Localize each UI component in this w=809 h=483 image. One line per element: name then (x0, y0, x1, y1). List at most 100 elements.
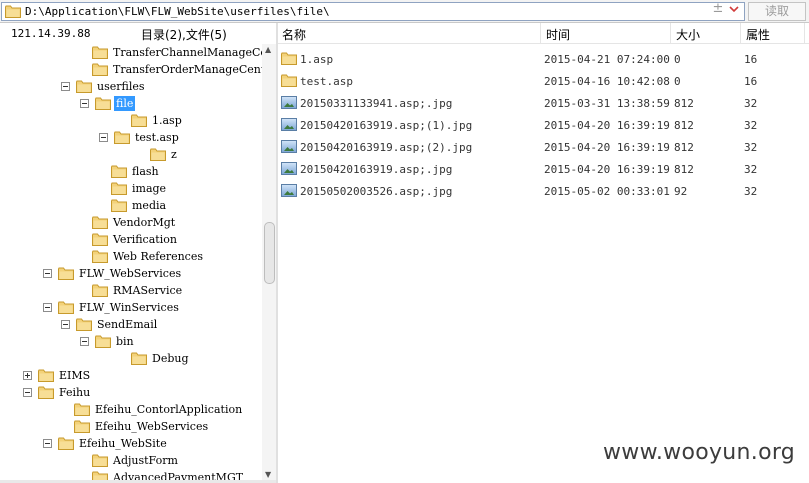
tree-node-label[interactable]: AdjustForm (111, 453, 180, 468)
tree-node-label[interactable]: media (130, 198, 168, 213)
collapse-icon[interactable] (43, 303, 52, 312)
tree-node-label[interactable]: file (114, 96, 136, 111)
table-row[interactable]: 1.asp 2015-04-21 07:24:00 0 16 (278, 48, 809, 70)
tree-node-label[interactable]: VendorMgt (111, 215, 177, 230)
tree-node-label[interactable]: Efeihu_WebServices (93, 419, 210, 434)
folder-icon (92, 284, 108, 297)
tree-node[interactable]: Feihu (23, 384, 92, 401)
path-input[interactable]: D:\Application\FLW\FLW_WebSite\userfiles… (1, 2, 745, 21)
plus-icon[interactable]: ± (711, 2, 725, 16)
tree-node[interactable]: test.asp (99, 129, 181, 146)
tree-node-label[interactable]: Efeihu_WebSite (77, 436, 169, 451)
tree-node-label[interactable]: userfiles (95, 79, 147, 94)
cell-time: 2015-04-16 10:42:08 (544, 75, 670, 88)
image-file-icon (281, 118, 297, 131)
col-attr-header[interactable]: 属性 (746, 26, 770, 43)
tree-node-label[interactable]: Feihu (57, 385, 92, 400)
tree-node[interactable]: SendEmail (61, 316, 159, 333)
tree-node[interactable]: TransferChannelManageCent (92, 44, 262, 61)
scrollbar-thumb[interactable] (264, 222, 275, 284)
tree-node[interactable]: Web References (92, 248, 205, 265)
cell-size: 812 (674, 141, 694, 154)
tree-node-label[interactable]: SendEmail (95, 317, 159, 332)
tree-node[interactable]: EIMS (23, 367, 92, 384)
cell-name: 20150420163919.asp;.jpg (300, 163, 453, 176)
tree-node-label[interactable]: image (130, 181, 168, 196)
cell-name: 20150420163919.asp;(2).jpg (300, 141, 473, 154)
collapse-icon[interactable] (61, 320, 70, 329)
cell-size: 92 (674, 185, 688, 198)
tree-scrollbar[interactable]: ▲ ▼ (262, 44, 276, 480)
cell-size: 812 (674, 97, 694, 110)
folder-icon (92, 63, 108, 76)
tree-node[interactable]: flash (111, 163, 161, 180)
table-row[interactable]: 20150420163919.asp;(2).jpg 2015-04-20 16:… (278, 136, 809, 158)
tree-node-label[interactable]: flash (130, 164, 161, 179)
tree-node-label[interactable]: AdvancedPaymentMGT (111, 470, 245, 480)
collapse-icon[interactable] (43, 439, 52, 448)
tree-node-label[interactable]: Web References (111, 249, 205, 264)
read-button[interactable]: 读取 (748, 2, 806, 21)
image-file-icon (281, 184, 297, 197)
tree-node[interactable]: bin (80, 333, 136, 350)
collapse-icon[interactable] (99, 133, 108, 142)
folder-icon (38, 369, 54, 382)
table-row[interactable]: 20150331133941.asp;.jpg 2015-03-31 13:38:… (278, 92, 809, 114)
tree-node[interactable]: FLW_WebServices (43, 265, 183, 282)
tree-node-label[interactable]: z (169, 147, 179, 162)
cell-time: 2015-04-20 16:39:19 (544, 141, 670, 154)
tree-node-label[interactable]: EIMS (57, 368, 92, 383)
tree-node[interactable]: RMAService (92, 282, 184, 299)
table-row[interactable]: test.asp 2015-04-16 10:42:08 0 16 (278, 70, 809, 92)
tree-node[interactable]: FLW_WinServices (43, 299, 181, 316)
address-toolbar: D:\Application\FLW\FLW_WebSite\userfiles… (0, 0, 809, 23)
tree-node[interactable]: image (111, 180, 168, 197)
tree-node[interactable]: file (80, 95, 136, 112)
folder-icon (92, 216, 108, 229)
table-row[interactable]: 20150502003526.asp;.jpg 2015-05-02 00:33:… (278, 180, 809, 202)
scroll-up-icon[interactable]: ▲ (265, 45, 271, 54)
tree-node[interactable]: AdvancedPaymentMGT (92, 469, 245, 480)
tree-node-label[interactable]: test.asp (133, 130, 181, 145)
tree-node[interactable]: AdjustForm (92, 452, 180, 469)
collapse-icon[interactable] (43, 269, 52, 278)
collapse-icon[interactable] (61, 82, 70, 91)
collapse-icon[interactable] (80, 337, 89, 346)
tree-node[interactable]: VendorMgt (92, 214, 177, 231)
directory-tree: TransferChannelManageCent TransferOrderMa… (0, 44, 262, 480)
tree-node-label[interactable]: Verification (111, 232, 179, 247)
tree-node-label[interactable]: RMAService (111, 283, 184, 298)
expand-icon[interactable] (23, 371, 32, 380)
chevron-down-icon[interactable] (727, 3, 741, 16)
tree-node[interactable]: z (150, 146, 179, 163)
tree-node[interactable]: media (111, 197, 168, 214)
tree-node-label[interactable]: bin (114, 334, 136, 349)
tree-node[interactable]: TransferOrderManageCenter (92, 61, 262, 78)
path-text: D:\Application\FLW\FLW_WebSite\userfiles… (25, 5, 330, 18)
tree-node-label[interactable]: Debug (150, 351, 191, 366)
tree-node[interactable]: Efeihu_ContorlApplication (74, 401, 244, 418)
cell-name: 20150502003526.asp;.jpg (300, 185, 453, 198)
tree-node[interactable]: Verification (92, 231, 179, 248)
col-size-header[interactable]: 大小 (676, 26, 700, 43)
tree-node-label[interactable]: FLW_WinServices (77, 300, 181, 315)
col-time-header[interactable]: 时间 (546, 26, 570, 43)
tree-node-label[interactable]: TransferOrderManageCenter (111, 62, 262, 77)
col-name-header[interactable]: 名称 (282, 26, 306, 43)
file-list: 名称 时间 大小 属性 1.asp 2015-04-21 07:24:00 0 16 t… (278, 23, 809, 483)
tree-node-label[interactable]: Efeihu_ContorlApplication (93, 402, 244, 417)
tree-node-label[interactable]: 1.asp (150, 113, 184, 128)
tree-node[interactable]: Debug (131, 350, 191, 367)
collapse-icon[interactable] (80, 99, 89, 108)
tree-node-label[interactable]: TransferChannelManageCent (111, 45, 262, 60)
tree-node-label[interactable]: FLW_WebServices (77, 266, 183, 281)
collapse-icon[interactable] (23, 388, 32, 397)
table-row[interactable]: 20150420163919.asp;.jpg 2015-04-20 16:39:… (278, 158, 809, 180)
tree-node[interactable]: Efeihu_WebSite (43, 435, 169, 452)
tree-node[interactable]: Efeihu_WebServices (74, 418, 210, 435)
table-row[interactable]: 20150420163919.asp;(1).jpg 2015-04-20 16:… (278, 114, 809, 136)
tree-node[interactable]: 1.asp (131, 112, 184, 129)
tree-node[interactable]: userfiles (61, 78, 147, 95)
cell-attr: 32 (744, 97, 758, 110)
scroll-down-icon[interactable]: ▼ (265, 470, 271, 479)
